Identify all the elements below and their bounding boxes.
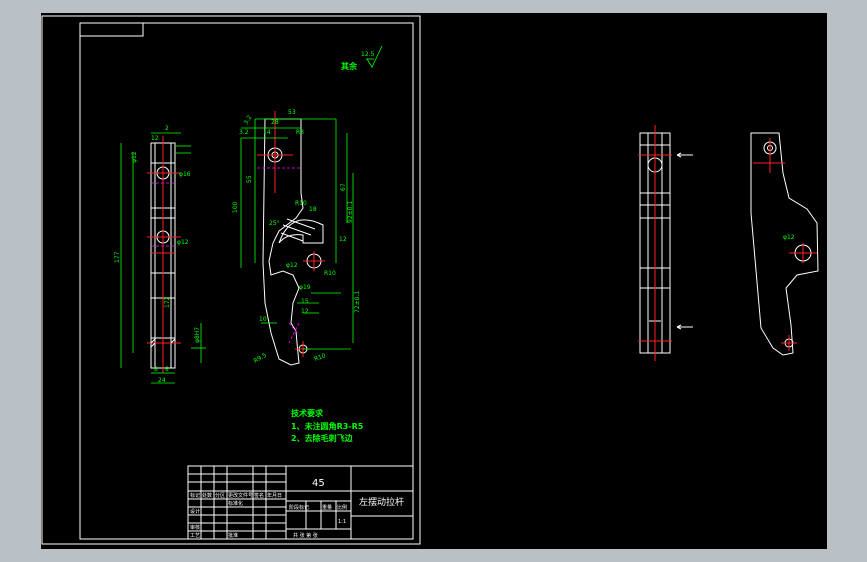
dim-10: 10 — [259, 316, 267, 323]
dim-28: 28 — [271, 119, 279, 126]
model-dim-phi12: φ12 — [783, 234, 795, 241]
tb-design: 设计 — [190, 508, 200, 515]
tb-weight: 重量 — [322, 504, 332, 511]
dim-left-phi8h7: φ8H7 — [194, 327, 201, 343]
dim-left-phi12: φ12 — [131, 151, 138, 163]
tech-line2: 2、去除毛刺飞边 — [291, 433, 354, 443]
dim-phi19: φ19 — [299, 284, 311, 291]
sheet-inner-border — [79, 22, 414, 540]
title-block: 标记 处数 分区 更改文件号 签名 年月日 设计 标准化 审核 工艺 批准 阶段… — [187, 465, 414, 540]
main-view: 53 28 14 3.2 3.2 R3 55 100 67 R10 18 25°… — [232, 109, 361, 366]
tb-count: 处数 — [202, 492, 212, 499]
dim-18: 18 — [309, 206, 317, 213]
dim-r9-5: R9.5 — [253, 352, 269, 365]
dim-72: 72±0.1 — [354, 291, 361, 313]
tb-stage: 阶段标记 — [289, 504, 309, 511]
dim-left-12: 12 — [151, 135, 159, 142]
cad-viewport[interactable]: 12.5 其余 2 12 φ12 φ16 φ12 177 172 φ8H7 8 … — [41, 13, 827, 549]
dim-25deg: 25° — [269, 220, 280, 227]
dim-12b: 12 — [301, 308, 309, 315]
tb-craft: 工艺 — [190, 533, 200, 539]
dim-left-172: 172 — [164, 296, 171, 308]
dim-left-2: 2 — [165, 125, 169, 132]
roughness-symbol: 12.5 其余 — [341, 45, 383, 71]
tb-scale: 1:1 — [338, 519, 346, 525]
dim-r3: R3 — [296, 129, 304, 136]
dim-r10c: R10 — [313, 352, 327, 363]
tb-approve: 批准 — [228, 532, 238, 539]
tb-mark: 标记 — [190, 492, 200, 499]
dim-left-8b: 8 — [165, 366, 169, 373]
model-side-view: φ12 — [750, 132, 819, 356]
tb-date: 年月日 — [267, 492, 282, 499]
dim-left-177: 177 — [114, 251, 121, 263]
tb-part-name: 左摆动拉杆 — [359, 496, 404, 508]
sheet-corner-box — [79, 22, 144, 37]
dim-53: 53 — [288, 109, 296, 116]
tech-line1: 1、未注圆角R3-R5 — [291, 421, 364, 431]
dim-15: 15 — [301, 298, 309, 305]
model-front-view — [638, 125, 693, 361]
side-view: 2 12 φ12 φ16 φ12 177 172 φ8H7 8 8 24 — [114, 125, 206, 384]
dim-phi12: φ12 — [286, 262, 298, 269]
dim-left-phi12b: φ12 — [177, 239, 189, 246]
technical-notes: 技术要求 1、未注圆角R3-R5 2、去除毛刺飞边 — [291, 408, 364, 443]
dim-12: 12 — [339, 236, 347, 243]
dim-92: 92±0.1 — [347, 201, 354, 223]
dim-left-phi16: φ16 — [179, 171, 191, 178]
dim-r10a: R10 — [295, 200, 307, 207]
dim-55: 55 — [246, 175, 253, 183]
cad-drawing: 12.5 其余 2 12 φ12 φ16 φ12 177 172 φ8H7 8 … — [41, 15, 819, 545]
tb-check: 审核 — [190, 524, 200, 531]
dim-100: 100 — [232, 201, 239, 213]
dim-r10b: R10 — [324, 270, 336, 277]
tb-zone: 分区 — [215, 492, 225, 499]
dim-left-8a: 8 — [154, 366, 158, 373]
dim-3-2b: 3.2 — [243, 114, 254, 126]
tb-std: 标准化 — [228, 500, 243, 507]
tb-change: 更改文件号 — [228, 492, 253, 499]
dim-67: 67 — [340, 183, 347, 191]
dim-left-24: 24 — [158, 377, 166, 384]
tb-sign: 签名 — [254, 492, 264, 499]
roughness-label: 其余 — [341, 61, 358, 71]
dim-3-2a: 3.2 — [239, 129, 249, 136]
tb-ratio: 比例 — [337, 504, 347, 511]
roughness-value: 12.5 — [361, 51, 375, 58]
sheet-outer-border — [41, 15, 421, 545]
tb-material: 45 — [312, 478, 325, 489]
dim-14: 14 — [263, 129, 271, 136]
tech-title: 技术要求 — [291, 408, 324, 418]
tb-sheet: 共 张 第 张 — [293, 532, 318, 539]
